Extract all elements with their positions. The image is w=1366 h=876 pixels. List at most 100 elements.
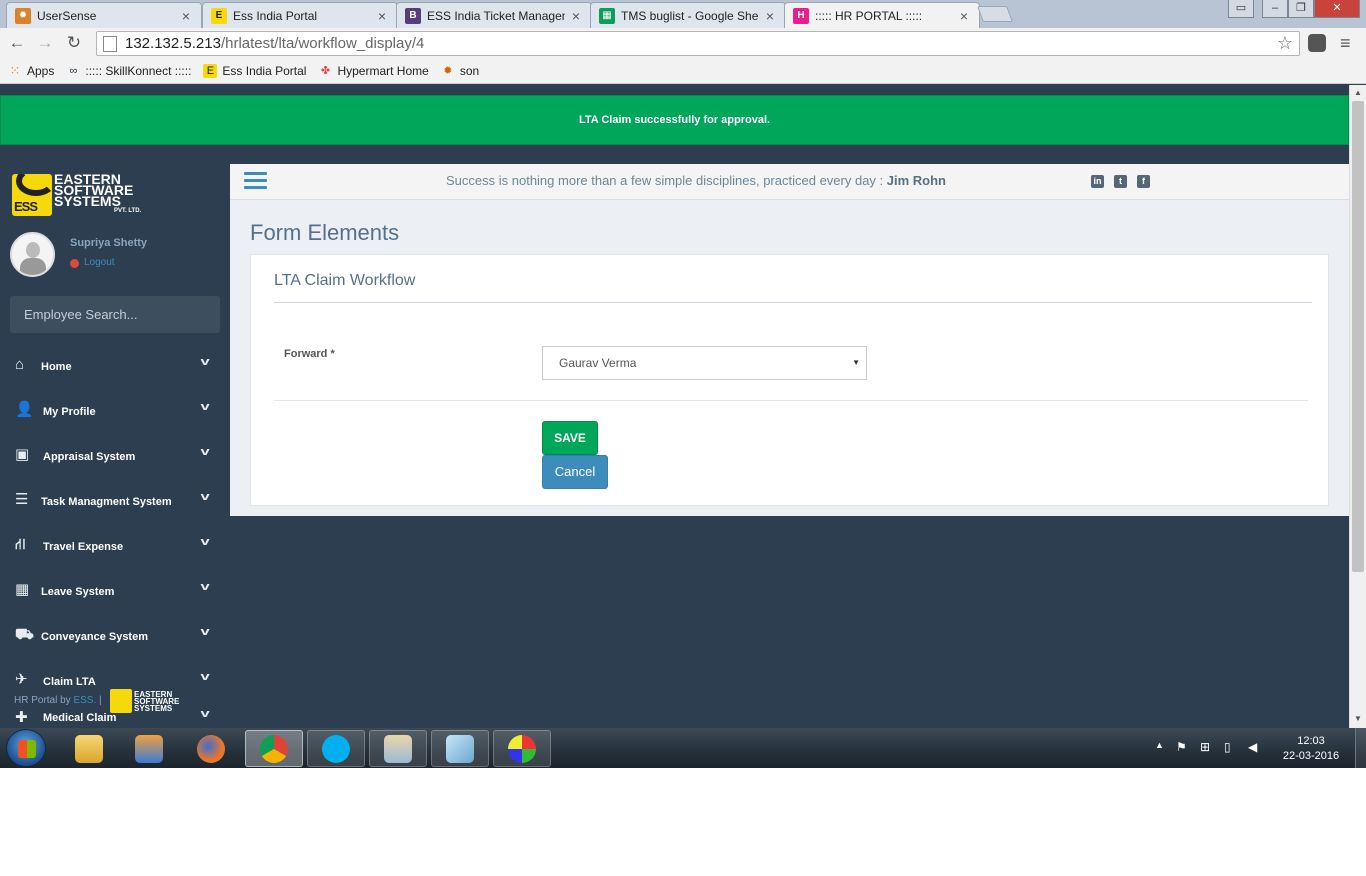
top-navbar: Success is nothing more than a few simpl…	[230, 164, 1349, 200]
sidebar-item-label: Conveyance System	[41, 631, 148, 643]
close-icon[interactable]: ×	[569, 8, 583, 24]
close-icon[interactable]: ×	[763, 8, 777, 24]
ess-link[interactable]: ESS.	[73, 695, 96, 706]
forward-arrow-icon[interactable]: →	[34, 32, 56, 54]
paint-icon[interactable]	[493, 730, 551, 767]
list-icon: ☰	[15, 491, 29, 508]
sidebar-item-travel-expense[interactable]: ⛙ Travel Expense v	[0, 524, 230, 569]
sidebar-item-appraisal-system[interactable]: ▣ Appraisal System v	[0, 434, 230, 479]
windows-tray-icon[interactable]: ⊞	[1200, 740, 1210, 754]
ess-icon: E	[211, 7, 227, 24]
tray-expand-icon[interactable]: ▲	[1155, 740, 1164, 750]
bookmark-skillkonnect[interactable]: ∞ ::::: SkillKonnect :::::	[66, 64, 191, 78]
bookmark-ess-india-portal[interactable]: E Ess India Portal	[203, 63, 306, 78]
minimize-button[interactable]: –	[1262, 0, 1288, 18]
sidebar-item-label: Claim LTA	[43, 676, 96, 688]
footer-credit: HR Portal by ESS. |	[14, 695, 102, 706]
close-icon[interactable]: ×	[957, 8, 971, 24]
show-desktop-button[interactable]	[1355, 728, 1366, 768]
linkedin-icon[interactable]: in	[1091, 175, 1104, 188]
url-path: /hrlatest/lta/workflow_display/4	[220, 35, 425, 52]
chevron-down-icon: v	[200, 491, 210, 503]
bookmark-star-icon[interactable]: ☆	[1277, 33, 1293, 54]
action-center-flag-icon[interactable]: ⚑	[1176, 740, 1187, 754]
browser-tab[interactable]: B ESS India Ticket Managem ×	[396, 2, 592, 28]
close-icon[interactable]: ×	[375, 8, 389, 24]
scroll-up-arrow-icon[interactable]: ▲	[1350, 85, 1366, 101]
twitter-icon[interactable]: t	[1114, 175, 1127, 188]
window-close-button[interactable]: ✕	[1314, 0, 1360, 18]
explorer-icon[interactable]	[60, 730, 118, 767]
new-tab-button[interactable]	[977, 6, 1013, 22]
sidebar-toggle-icon[interactable]	[244, 172, 267, 190]
screen: ✹ UserSense × E Ess India Portal × B ESS…	[0, 0, 1366, 768]
skype-icon[interactable]	[307, 730, 365, 767]
bug-icon: ✹	[443, 65, 453, 77]
usersense-icon: ✹	[15, 7, 31, 24]
windows-logo-icon	[18, 740, 36, 758]
url-host: 132.132.5.213	[125, 35, 221, 52]
address-bar[interactable]: 132.132.5.213/hrlatest/lta/workflow_disp…	[96, 31, 1300, 56]
tab-title: TMS buglist - Google She	[621, 8, 759, 23]
bookmark-hypermart-home[interactable]: ✤ Hypermart Home	[318, 64, 429, 78]
extension-icon[interactable]	[1308, 34, 1326, 52]
forward-select[interactable]: Gaurav Verma ▼	[542, 346, 867, 380]
road-icon: ⛙	[15, 536, 26, 553]
logout-link[interactable]: Logout	[84, 257, 115, 268]
sidebar-item-conveyance-system[interactable]: ⛟ Conveyance System v	[0, 614, 230, 659]
start-button[interactable]	[6, 729, 46, 767]
usb-device-icon[interactable]: ▯	[1224, 740, 1231, 754]
apps-grid-icon: ⁙	[9, 62, 21, 78]
chevron-down-icon: v	[200, 536, 210, 548]
sidebar-item-home[interactable]: ⌂ Home v	[0, 344, 230, 389]
bookmark-son[interactable]: ✹ son	[441, 64, 479, 78]
close-icon[interactable]: ×	[179, 8, 193, 24]
cancel-button[interactable]: Cancel	[542, 455, 608, 489]
notes-icon[interactable]	[431, 730, 489, 767]
vertical-scrollbar[interactable]: ▲ ▼	[1349, 85, 1366, 728]
user-name: Supriya Shetty	[70, 237, 148, 249]
firefox-icon[interactable]	[182, 730, 240, 767]
bookmark-apps[interactable]: ⁙ Apps	[8, 62, 55, 78]
scrollbar-thumb[interactable]	[1352, 101, 1364, 572]
sidebar-item-label: Task Managment System	[41, 496, 172, 508]
company-logo[interactable]: ESS EASTERN SOFTWARE SYSTEMS PVT. LTD.	[12, 172, 162, 218]
save-button[interactable]: SAVE	[542, 421, 598, 455]
browser-tab[interactable]: ▦ TMS buglist - Google She ×	[590, 2, 786, 28]
sidebar-item-leave-system[interactable]: ▦ Leave System v	[0, 569, 230, 614]
ess-logo-mark	[110, 689, 132, 713]
browser-tab-active[interactable]: H ::::: HR PORTAL ::::: ×	[784, 2, 980, 28]
back-arrow-icon[interactable]: ←	[6, 32, 28, 54]
reload-icon[interactable]: ↻	[63, 32, 85, 54]
chrome-menu-icon[interactable]: ≡	[1340, 33, 1351, 54]
user-icon[interactable]: ▭	[1228, 0, 1254, 18]
browser-tab-strip: ✹ UserSense × E Ess India Portal × B ESS…	[0, 0, 1366, 28]
success-alert: LTA Claim successfully for approval.	[0, 95, 1349, 145]
system-clock[interactable]: 12:03 22-03-2016	[1276, 734, 1346, 764]
browser-toolbar: ← → ↻ 132.132.5.213/hrlatest/lta/workflo…	[0, 28, 1366, 58]
restore-button[interactable]: ❐	[1288, 0, 1314, 18]
page-title: Form Elements	[250, 220, 400, 245]
sidebar-item-label: Home	[41, 361, 72, 373]
sidebar-item-label: Leave System	[41, 586, 115, 598]
browser-tab[interactable]: E Ess India Portal ×	[202, 2, 398, 28]
employee-search-input[interactable]	[10, 296, 220, 333]
tab-title: Ess India Portal	[233, 8, 318, 23]
status-dot-icon	[70, 259, 79, 268]
sidebar-item-label: Medical Claim	[43, 712, 117, 724]
browser-tab[interactable]: ✹ UserSense ×	[6, 2, 202, 28]
form-box: LTA Claim Workflow Forward * Gaurav Verm…	[250, 254, 1329, 506]
scroll-down-arrow-icon[interactable]: ▼	[1350, 711, 1366, 727]
app-window-icon[interactable]	[369, 730, 427, 767]
chrome-icon[interactable]	[245, 730, 303, 767]
sidebar-item-my-profile[interactable]: 👤 My Profile v	[0, 389, 230, 434]
volume-icon[interactable]: ◀	[1248, 740, 1257, 754]
avatar	[10, 232, 55, 277]
facebook-icon[interactable]: f	[1137, 175, 1150, 188]
sidebar-item-label: My Profile	[43, 406, 96, 418]
chevron-down-icon: v	[200, 626, 210, 638]
chevron-down-icon: v	[200, 446, 210, 458]
page-viewport: LTA Claim successfully for approval. ESS…	[0, 85, 1349, 728]
sidebar-item-task-managment-system[interactable]: ☰ Task Managment System v	[0, 479, 230, 524]
media-player-icon[interactable]	[120, 730, 178, 767]
